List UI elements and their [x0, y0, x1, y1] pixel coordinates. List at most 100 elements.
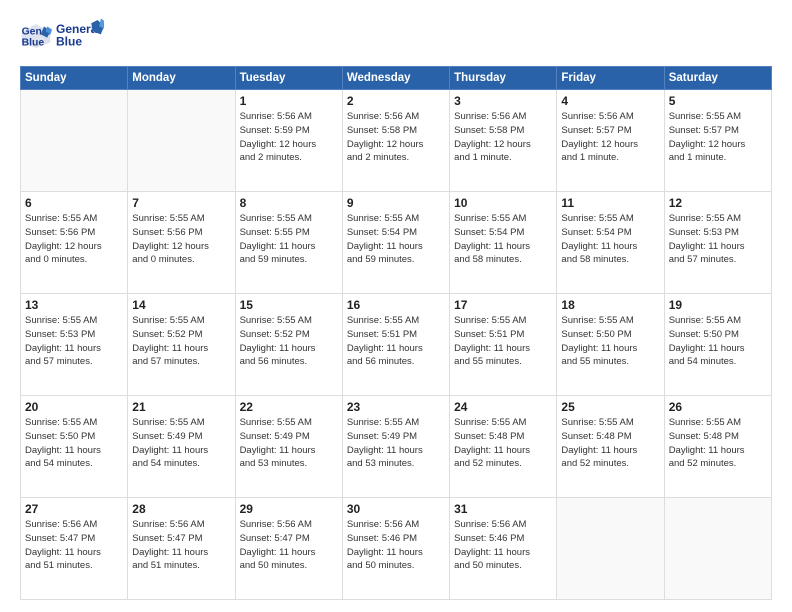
page: General Blue General Blue — [0, 0, 792, 612]
calendar-day-cell — [664, 498, 771, 600]
day-number: 7 — [132, 196, 230, 210]
day-info: Sunrise: 5:55 AM Sunset: 5:54 PM Dayligh… — [561, 212, 659, 267]
day-number: 3 — [454, 94, 552, 108]
day-info: Sunrise: 5:55 AM Sunset: 5:56 PM Dayligh… — [25, 212, 123, 267]
calendar-day-cell: 12Sunrise: 5:55 AM Sunset: 5:53 PM Dayli… — [664, 192, 771, 294]
day-info: Sunrise: 5:55 AM Sunset: 5:51 PM Dayligh… — [347, 314, 445, 369]
calendar-day-cell: 21 Sunrise: 5:55 AM Sunset: 5:49 PM Dayli… — [128, 396, 235, 498]
day-number: 31 — [454, 502, 552, 516]
header: General Blue General Blue — [20, 16, 772, 56]
weekday-header: Friday — [557, 67, 664, 90]
calendar-day-cell: 8 Sunrise: 5:55 AM Sunset: 5:55 PM Daylig… — [235, 192, 342, 294]
calendar-day-cell: 24 Sunrise: 5:55 AM Sunset: 5:48 PM Dayli… — [450, 396, 557, 498]
svg-text:Blue: Blue — [22, 38, 45, 49]
calendar-week-row: 20Sunrise: 5:55 AM Sunset: 5:50 PM Dayli… — [21, 396, 772, 498]
day-info: Sunrise: 5:55 AM Sunset: 5:56 PM Dayligh… — [132, 212, 230, 267]
calendar-week-row: 27 Sunrise: 5:56 AM Sunset: 5:47 PM Dayli… — [21, 498, 772, 600]
day-info: Sunrise: 5:56 AM Sunset: 5:58 PM Dayligh… — [347, 110, 445, 165]
calendar-week-row: 13 Sunrise: 5:55 AM Sunset: 5:53 PM Dayli… — [21, 294, 772, 396]
day-info: Sunrise: 5:55 AM Sunset: 5:51 PM Dayligh… — [454, 314, 552, 369]
logo-icon: General Blue — [20, 20, 52, 52]
day-number: 26 — [669, 400, 767, 414]
day-number: 30 — [347, 502, 445, 516]
calendar-day-cell: 1Sunrise: 5:56 AM Sunset: 5:59 PM Daylig… — [235, 90, 342, 192]
day-number: 17 — [454, 298, 552, 312]
day-number: 12 — [669, 196, 767, 210]
calendar-day-cell: 6Sunrise: 5:55 AM Sunset: 5:56 PM Daylig… — [21, 192, 128, 294]
day-info: Sunrise: 5:55 AM Sunset: 5:52 PM Dayligh… — [240, 314, 338, 369]
day-info: Sunrise: 5:56 AM Sunset: 5:58 PM Dayligh… — [454, 110, 552, 165]
day-number: 21 — [132, 400, 230, 414]
day-number: 5 — [669, 94, 767, 108]
calendar-day-cell: 20Sunrise: 5:55 AM Sunset: 5:50 PM Dayli… — [21, 396, 128, 498]
calendar-day-cell — [557, 498, 664, 600]
calendar-day-cell: 16 Sunrise: 5:55 AM Sunset: 5:51 PM Dayli… — [342, 294, 449, 396]
weekday-header: Sunday — [21, 67, 128, 90]
day-number: 29 — [240, 502, 338, 516]
weekday-header: Thursday — [450, 67, 557, 90]
day-info: Sunrise: 5:55 AM Sunset: 5:54 PM Dayligh… — [347, 212, 445, 267]
day-info: Sunrise: 5:56 AM Sunset: 5:46 PM Dayligh… — [347, 518, 445, 573]
calendar-day-cell: 28Sunrise: 5:56 AM Sunset: 5:47 PM Dayli… — [128, 498, 235, 600]
day-info: Sunrise: 5:56 AM Sunset: 5:46 PM Dayligh… — [454, 518, 552, 573]
day-number: 10 — [454, 196, 552, 210]
day-number: 24 — [454, 400, 552, 414]
calendar-day-cell: 10 Sunrise: 5:55 AM Sunset: 5:54 PM Dayli… — [450, 192, 557, 294]
calendar-day-cell: 13 Sunrise: 5:55 AM Sunset: 5:53 PM Dayli… — [21, 294, 128, 396]
day-info: Sunrise: 5:55 AM Sunset: 5:48 PM Dayligh… — [454, 416, 552, 471]
weekday-header: Wednesday — [342, 67, 449, 90]
logo-svg: General Blue — [56, 16, 104, 56]
day-info: Sunrise: 5:55 AM Sunset: 5:53 PM Dayligh… — [25, 314, 123, 369]
day-number: 28 — [132, 502, 230, 516]
calendar-table: SundayMondayTuesdayWednesdayThursdayFrid… — [20, 66, 772, 600]
day-number: 14 — [132, 298, 230, 312]
day-info: Sunrise: 5:55 AM Sunset: 5:48 PM Dayligh… — [561, 416, 659, 471]
calendar-day-cell: 3 Sunrise: 5:56 AM Sunset: 5:58 PM Daylig… — [450, 90, 557, 192]
calendar-day-cell: 26 Sunrise: 5:55 AM Sunset: 5:48 PM Dayli… — [664, 396, 771, 498]
day-number: 20 — [25, 400, 123, 414]
calendar-day-cell: 11 Sunrise: 5:55 AM Sunset: 5:54 PM Dayli… — [557, 192, 664, 294]
day-number: 23 — [347, 400, 445, 414]
calendar-day-cell: 18Sunrise: 5:55 AM Sunset: 5:50 PM Dayli… — [557, 294, 664, 396]
day-number: 8 — [240, 196, 338, 210]
day-number: 15 — [240, 298, 338, 312]
day-info: Sunrise: 5:56 AM Sunset: 5:47 PM Dayligh… — [240, 518, 338, 573]
day-info: Sunrise: 5:56 AM Sunset: 5:47 PM Dayligh… — [25, 518, 123, 573]
day-info: Sunrise: 5:55 AM Sunset: 5:48 PM Dayligh… — [669, 416, 767, 471]
calendar-day-cell: 9 Sunrise: 5:55 AM Sunset: 5:54 PM Daylig… — [342, 192, 449, 294]
day-info: Sunrise: 5:55 AM Sunset: 5:57 PM Dayligh… — [669, 110, 767, 165]
day-number: 27 — [25, 502, 123, 516]
weekday-header: Monday — [128, 67, 235, 90]
svg-text:Blue: Blue — [56, 35, 82, 49]
calendar-day-cell: 5 Sunrise: 5:55 AM Sunset: 5:57 PM Daylig… — [664, 90, 771, 192]
calendar-day-cell — [21, 90, 128, 192]
calendar-day-cell: 22 Sunrise: 5:55 AM Sunset: 5:49 PM Dayli… — [235, 396, 342, 498]
day-number: 13 — [25, 298, 123, 312]
day-info: Sunrise: 5:56 AM Sunset: 5:57 PM Dayligh… — [561, 110, 659, 165]
day-info: Sunrise: 5:56 AM Sunset: 5:59 PM Dayligh… — [240, 110, 338, 165]
logo: General Blue General Blue — [20, 16, 104, 56]
day-info: Sunrise: 5:55 AM Sunset: 5:49 PM Dayligh… — [347, 416, 445, 471]
day-info: Sunrise: 5:55 AM Sunset: 5:49 PM Dayligh… — [240, 416, 338, 471]
weekday-header: Tuesday — [235, 67, 342, 90]
calendar-week-row: 1Sunrise: 5:56 AM Sunset: 5:59 PM Daylig… — [21, 90, 772, 192]
day-number: 9 — [347, 196, 445, 210]
calendar-day-cell: 15 Sunrise: 5:55 AM Sunset: 5:52 PM Dayli… — [235, 294, 342, 396]
calendar-day-cell: 29 Sunrise: 5:56 AM Sunset: 5:47 PM Dayli… — [235, 498, 342, 600]
day-info: Sunrise: 5:55 AM Sunset: 5:50 PM Dayligh… — [669, 314, 767, 369]
day-info: Sunrise: 5:55 AM Sunset: 5:54 PM Dayligh… — [454, 212, 552, 267]
calendar-day-cell: 30 Sunrise: 5:56 AM Sunset: 5:46 PM Dayli… — [342, 498, 449, 600]
day-info: Sunrise: 5:55 AM Sunset: 5:49 PM Dayligh… — [132, 416, 230, 471]
day-info: Sunrise: 5:55 AM Sunset: 5:50 PM Dayligh… — [561, 314, 659, 369]
calendar-day-cell: 4Sunrise: 5:56 AM Sunset: 5:57 PM Daylig… — [557, 90, 664, 192]
calendar-header-row: SundayMondayTuesdayWednesdayThursdayFrid… — [21, 67, 772, 90]
day-number: 11 — [561, 196, 659, 210]
day-info: Sunrise: 5:55 AM Sunset: 5:55 PM Dayligh… — [240, 212, 338, 267]
calendar-day-cell: 14 Sunrise: 5:55 AM Sunset: 5:52 PM Dayli… — [128, 294, 235, 396]
day-number: 22 — [240, 400, 338, 414]
weekday-header: Saturday — [664, 67, 771, 90]
calendar-day-cell: 31 Sunrise: 5:56 AM Sunset: 5:46 PM Dayli… — [450, 498, 557, 600]
day-number: 16 — [347, 298, 445, 312]
calendar-day-cell: 23 Sunrise: 5:55 AM Sunset: 5:49 PM Dayli… — [342, 396, 449, 498]
day-info: Sunrise: 5:55 AM Sunset: 5:52 PM Dayligh… — [132, 314, 230, 369]
